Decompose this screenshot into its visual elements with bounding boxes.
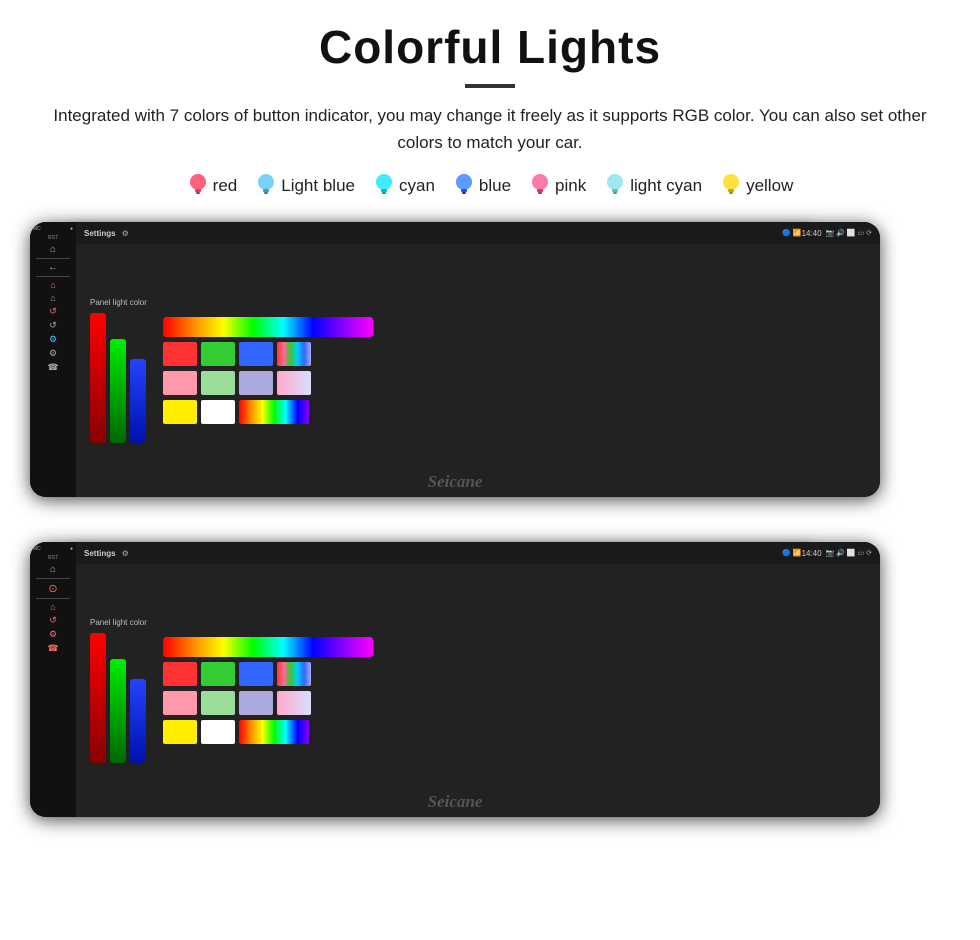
title-divider: [465, 84, 515, 88]
color-item-lightcyan: light cyan: [604, 172, 702, 200]
screen-front-bottom: MC ● RST ⌂ ⊙ ⌂ ↺ ⚙ ☎ Set: [30, 542, 880, 817]
color-item-cyan: cyan: [373, 172, 435, 200]
color-label-lightblue: Light blue: [281, 176, 355, 196]
panel-label-top: Panel light color: [90, 298, 147, 307]
color-item-pink: pink: [529, 172, 586, 200]
bulb-icon-lightcyan: [604, 172, 626, 200]
color-label-red: red: [213, 176, 238, 196]
bulb-icon-red: [187, 172, 209, 200]
color-indicators: red Light blue cyan: [30, 172, 950, 200]
bottom-screens-group: MC ● RST ⌂ ⊙ ⌂ ↺ ⚙ ☎: [30, 542, 950, 852]
color-label-blue: blue: [479, 176, 511, 196]
page-title: Colorful Lights: [30, 20, 950, 74]
settings-label-top: Settings: [84, 229, 116, 238]
bulb-icon-pink: [529, 172, 551, 200]
color-item-yellow: yellow: [720, 172, 793, 200]
bulb-icon-blue: [453, 172, 475, 200]
title-section: Colorful Lights Integrated with 7 colors…: [30, 20, 950, 156]
page-container: Colorful Lights Integrated with 7 colors…: [0, 0, 980, 882]
color-item-blue: blue: [453, 172, 511, 200]
bulb-icon-yellow: [720, 172, 742, 200]
description-text: Integrated with 7 colors of button indic…: [50, 102, 930, 156]
color-label-pink: pink: [555, 176, 586, 196]
color-label-cyan: cyan: [399, 176, 435, 196]
top-screens-group: MC ● RST ⌂ ← ⌂ ↺ ⚙ ☎: [30, 222, 950, 532]
settings-label-bottom: Settings: [84, 549, 116, 558]
screen-front-top: MC ● RST ⌂ ← ⌂ ⌂ ↺ ↺ ⚙ ⚙ ☎: [30, 222, 880, 497]
panel-label-bottom: Panel light color: [90, 618, 147, 627]
bulb-icon-lightblue: [255, 172, 277, 200]
color-label-yellow: yellow: [746, 176, 793, 196]
color-item-red: red: [187, 172, 238, 200]
bulb-icon-cyan: [373, 172, 395, 200]
color-label-lightcyan: light cyan: [630, 176, 702, 196]
color-item-lightblue: Light blue: [255, 172, 355, 200]
